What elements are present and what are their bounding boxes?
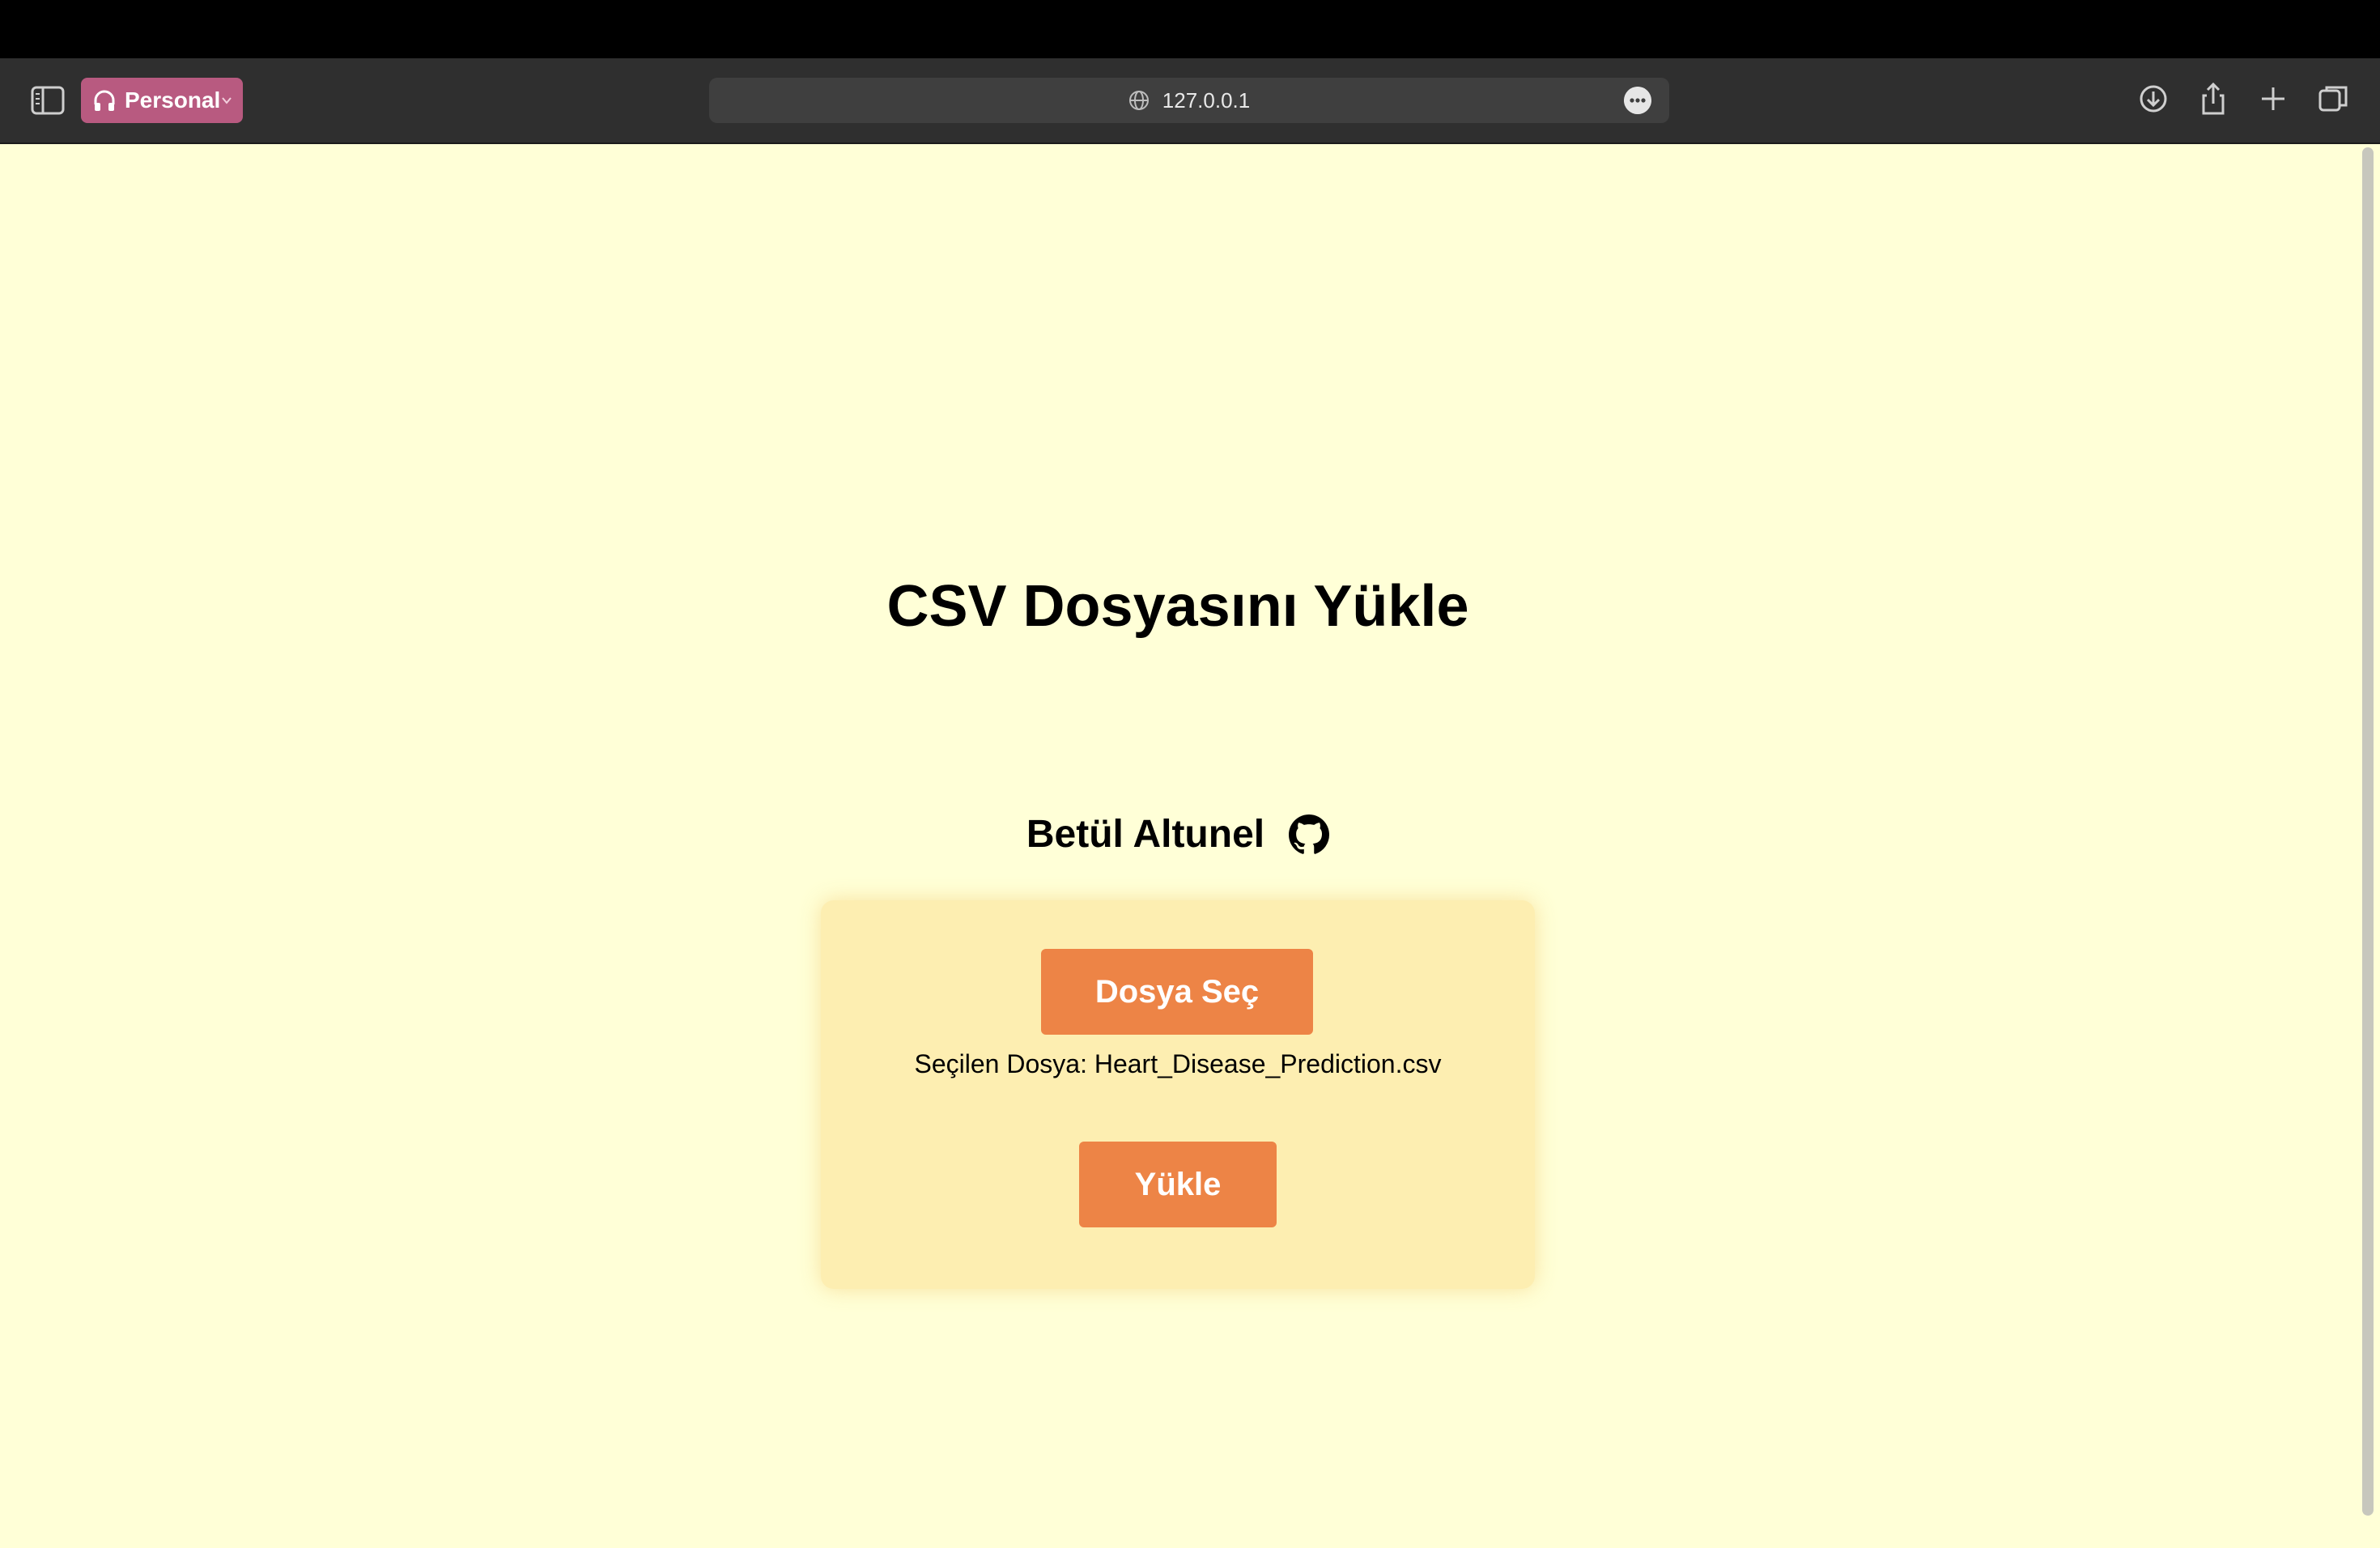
author-row: Betül Altunel [0, 812, 2356, 857]
profile-switcher-button[interactable]: Personal [81, 78, 243, 123]
chevron-down-icon [222, 97, 232, 104]
new-tab-icon[interactable] [2255, 81, 2291, 117]
upload-card: Dosya Seç Seçilen Dosya: Heart_Disease_P… [821, 900, 1535, 1289]
menu-bar-area [0, 0, 2380, 58]
upload-button[interactable]: Yükle [1079, 1142, 1277, 1227]
author-name: Betül Altunel [1026, 813, 1265, 856]
browser-toolbar: Personal 127.0.0.1 [0, 58, 2380, 144]
page-title: CSV Dosyasını Yükle [886, 574, 1469, 639]
address-text: 127.0.0.1 [1162, 87, 1251, 113]
choose-file-button[interactable]: Dosya Seç [1041, 949, 1313, 1035]
more-icon[interactable] [1624, 87, 1651, 114]
globe-icon [1128, 91, 1149, 110]
headphones-icon [94, 90, 115, 111]
address-bar[interactable]: 127.0.0.1 [709, 78, 1669, 123]
profile-label: Personal [125, 87, 221, 113]
tab-overview-icon[interactable] [2315, 81, 2351, 117]
sidebar-toggle-icon[interactable] [31, 84, 65, 117]
page-scrollbar[interactable] [2362, 147, 2374, 1516]
share-icon[interactable] [2195, 81, 2231, 117]
selected-file-text: Seçilen Dosya: Heart_Disease_Prediction.… [914, 1049, 1442, 1078]
download-icon[interactable] [2136, 81, 2171, 117]
github-icon[interactable] [1289, 814, 1330, 855]
page-viewport: CSV Dosyasını Yükle Betül Altunel Dosya … [0, 144, 2380, 1548]
